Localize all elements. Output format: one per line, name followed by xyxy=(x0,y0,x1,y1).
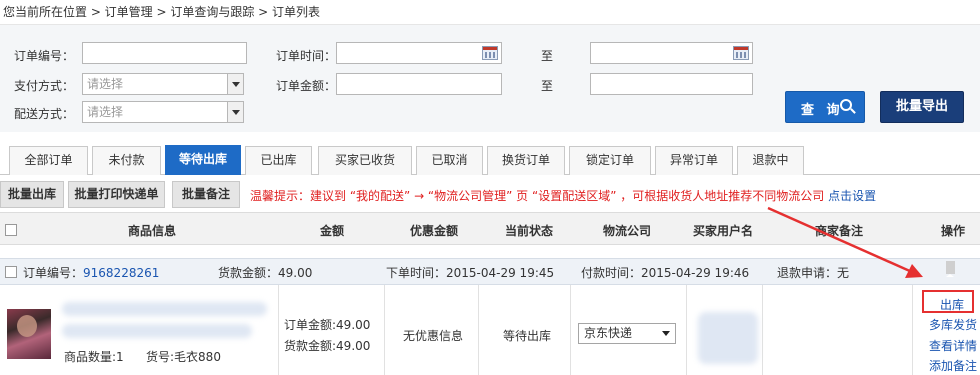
amount-min-input[interactable] xyxy=(336,73,502,95)
multi-warehouse-ship-link[interactable]: 多库发货 xyxy=(929,316,977,333)
tab-unpaid[interactable]: 未付款 xyxy=(92,146,161,175)
batch-print-button[interactable]: 批量打印快递单 xyxy=(68,181,165,208)
order-time-label: 订单时间： xyxy=(276,49,337,63)
order-amount: 订单金额:49.00 xyxy=(284,318,371,332)
batch-export-button[interactable]: 批量导出 xyxy=(880,91,964,123)
tab-refunding[interactable]: 退款中 xyxy=(737,146,804,175)
tab-abnormal[interactable]: 异常订单 xyxy=(655,146,733,175)
col-amount: 金额 xyxy=(320,224,345,238)
view-details-link[interactable]: 查看详情 xyxy=(929,337,977,354)
search-button-label: 查 询 xyxy=(801,103,844,118)
select-all-checkbox[interactable] xyxy=(5,224,17,236)
delivery-select-value: 请选择 xyxy=(87,105,124,119)
tab-cancelled[interactable]: 已取消 xyxy=(416,146,483,175)
amount-label: 订单金额： xyxy=(276,79,337,93)
tab-awaiting-shipment[interactable]: 等待出库 xyxy=(165,145,241,175)
col-logistics: 物流公司 xyxy=(603,224,652,238)
payment-select[interactable]: 请选择 xyxy=(82,73,244,95)
add-note-link[interactable]: 添加备注 xyxy=(929,357,977,374)
chevron-down-icon[interactable] xyxy=(227,102,243,122)
divider xyxy=(686,285,687,375)
order-time-start-input[interactable] xyxy=(336,42,502,64)
search-icon xyxy=(840,99,852,111)
product-thumbnail[interactable] xyxy=(7,309,51,359)
breadcrumb: 您当前所在位置 > 订单管理 > 订单查询与跟踪 > 订单列表 xyxy=(3,5,321,19)
order-time: 下单时间：2015-04-29 19:45 xyxy=(386,266,555,280)
order-number-value[interactable]: 9168228261 xyxy=(83,266,159,280)
tab-exchange[interactable]: 换货订单 xyxy=(487,146,565,175)
delivery-select[interactable]: 请选择 xyxy=(82,101,244,123)
goods-amount: 货款金额:49.00 xyxy=(284,339,371,353)
divider xyxy=(478,285,479,375)
amount-max-input[interactable] xyxy=(590,73,753,95)
order-time-end-input[interactable] xyxy=(590,42,753,64)
annotation-arrow xyxy=(767,206,923,278)
tip-text: 温馨提示：建议到 “我的配送” → “物流公司管理” 页 “设置配送区域” ，可… xyxy=(250,189,825,203)
order-no-label: 订单编号： xyxy=(14,49,75,63)
col-buyer: 买家用户名 xyxy=(693,224,754,238)
order-number: 订单编号：9168228261 xyxy=(23,264,159,281)
divider xyxy=(384,285,385,375)
order-checkbox[interactable] xyxy=(5,266,17,278)
payment-label: 支付方式： xyxy=(14,79,75,93)
product-quantity: 商品数量:1 xyxy=(64,350,124,364)
tab-received[interactable]: 买家已收货 xyxy=(318,146,412,175)
tab-shipped[interactable]: 已出库 xyxy=(245,146,312,175)
order-goods-amount: 货款金额：49.00 xyxy=(218,266,313,280)
discount-info: 无优惠信息 xyxy=(403,329,464,343)
delivery-label: 配送方式： xyxy=(14,107,75,121)
calendar-icon[interactable] xyxy=(482,46,498,60)
pay-time: 付款时间：2015-04-29 19:46 xyxy=(581,266,750,280)
order-status: 等待出库 xyxy=(503,329,552,343)
divider xyxy=(570,285,571,375)
product-title-redacted xyxy=(62,324,252,338)
product-sku: 货号:毛衣880 xyxy=(146,350,221,364)
chevron-down-icon[interactable] xyxy=(227,74,243,94)
tab-all-orders[interactable]: 全部订单 xyxy=(9,146,88,175)
logistics-select[interactable]: 京东快递 xyxy=(578,323,676,344)
batch-note-button[interactable]: 批量备注 xyxy=(172,181,240,208)
payment-select-value: 请选择 xyxy=(87,77,124,91)
calendar-icon[interactable] xyxy=(733,46,749,60)
to-label: 至 xyxy=(541,79,554,93)
col-discount: 优惠金额 xyxy=(410,224,459,238)
order-number-label: 订单编号： xyxy=(23,266,84,280)
buyer-name-redacted xyxy=(698,312,758,364)
product-title-redacted xyxy=(62,302,267,316)
col-status: 当前状态 xyxy=(505,224,554,238)
col-product: 商品信息 xyxy=(128,224,177,238)
tab-locked[interactable]: 锁定订单 xyxy=(569,146,651,175)
to-label: 至 xyxy=(541,49,554,63)
batch-ship-button[interactable]: 批量出库 xyxy=(0,181,64,208)
search-button[interactable]: 查 询 xyxy=(785,91,865,123)
order-no-input[interactable] xyxy=(82,42,247,64)
divider xyxy=(278,285,279,375)
